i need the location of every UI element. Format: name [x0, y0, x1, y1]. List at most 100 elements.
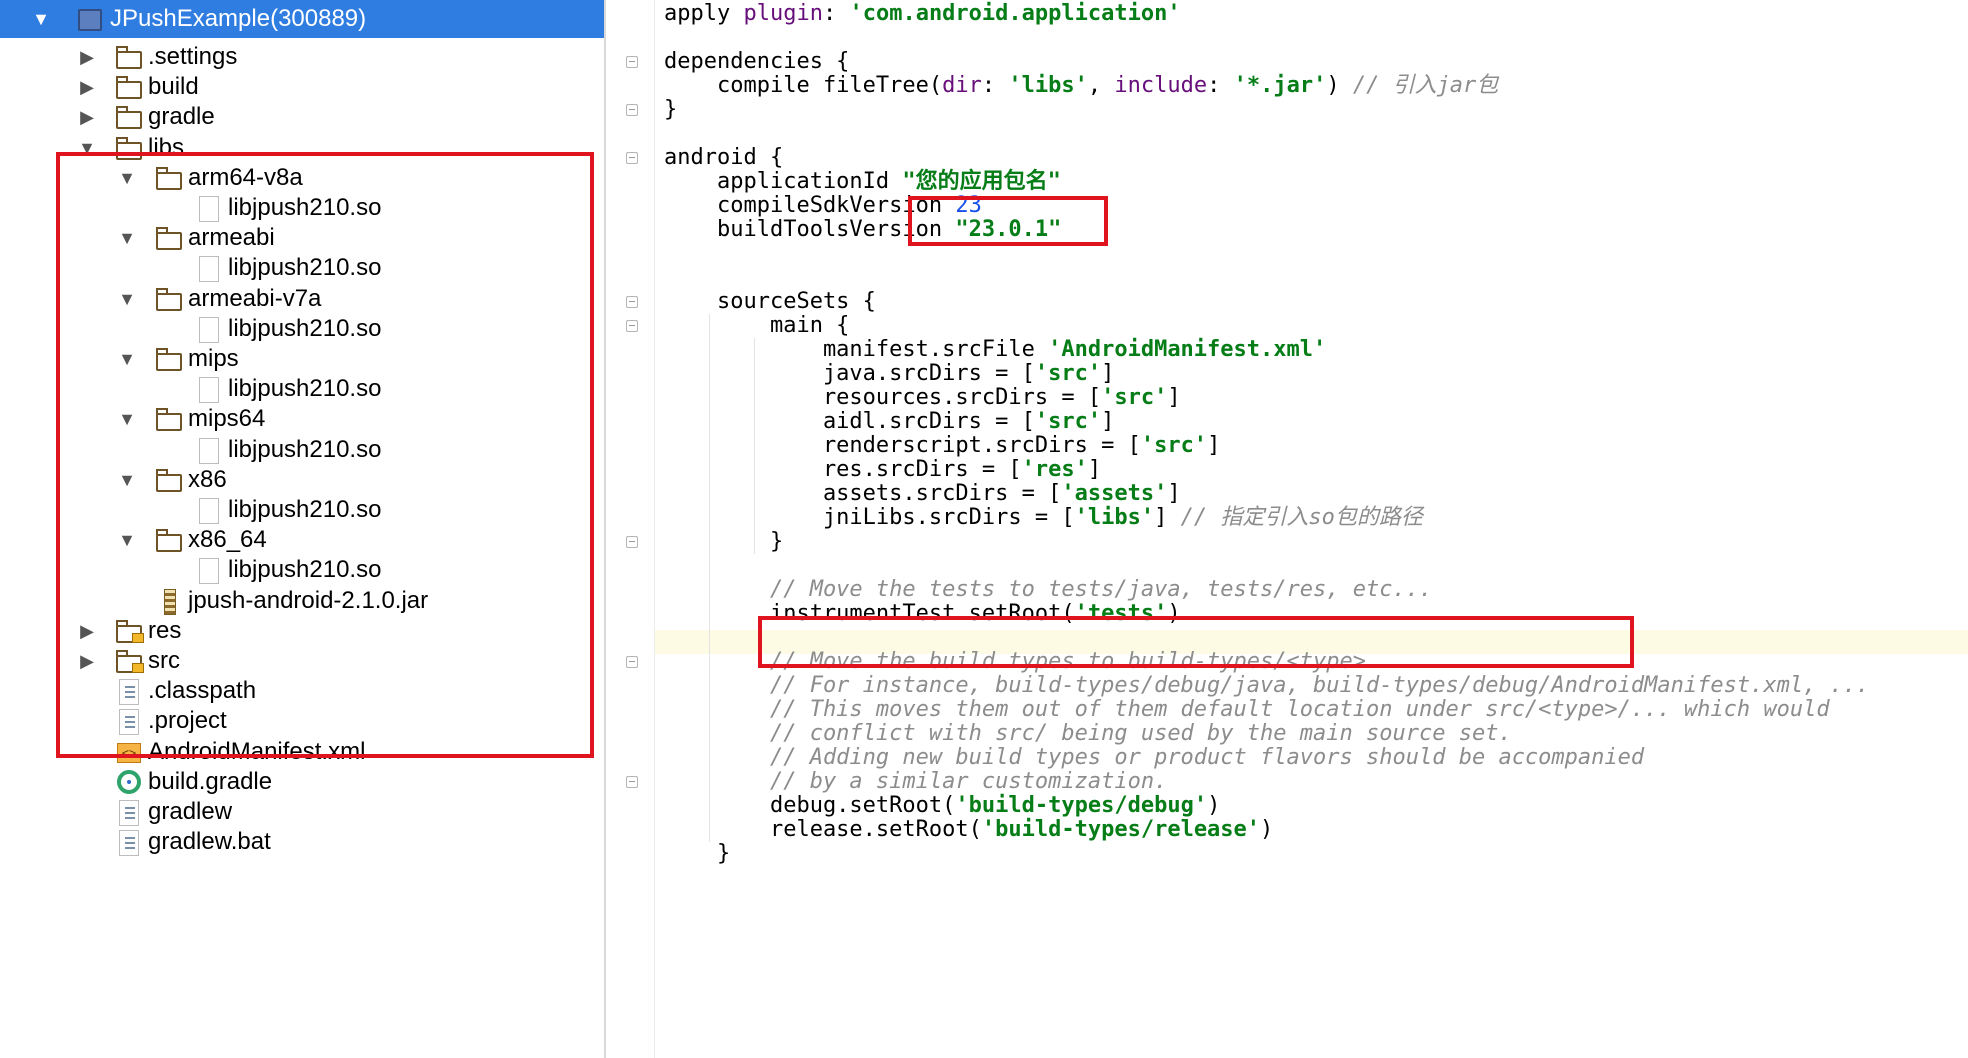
code-token: // This moves them out of them default l…	[664, 697, 1830, 722]
text-file-icon	[116, 679, 142, 706]
code-token: resources.srcDirs = [	[664, 385, 1102, 410]
code-token: :	[981, 73, 1009, 98]
folder-icon	[156, 468, 182, 492]
code-line: compileSdkVersion 23	[664, 194, 982, 218]
fold-marker-icon[interactable]	[626, 104, 638, 116]
code-line: // For instance, build-types/debug/java,…	[664, 674, 1869, 698]
source-folder-icon	[116, 619, 144, 643]
code-token: )	[1326, 73, 1353, 98]
code-line: debug.setRoot('build-types/debug')	[664, 794, 1220, 818]
code-token: 'tests'	[1074, 601, 1168, 626]
code-token: }	[664, 529, 784, 554]
code-token: 'build-types/debug'	[955, 793, 1208, 818]
code-line: // conflict with src/ being used by the …	[664, 722, 1512, 746]
code-token: // 引入jar包	[1352, 73, 1499, 98]
code-line: dependencies {	[664, 50, 849, 74]
code-line: instrumentTest.setRoot('tests')	[664, 602, 1181, 626]
code-token: main {	[664, 313, 850, 338]
code-token: 'res'	[1021, 457, 1088, 482]
code-token: java.srcDirs = [	[664, 361, 1035, 386]
code-token: }	[664, 97, 678, 122]
code-token: dependencies {	[664, 49, 850, 74]
gradle-icon	[116, 769, 142, 794]
code-token: dir	[942, 73, 982, 98]
code-token: release.setRoot(	[664, 817, 982, 842]
code-line: main {	[664, 314, 849, 338]
fold-marker-icon[interactable]	[626, 656, 638, 668]
code-line: // Move the tests to tests/java, tests/r…	[664, 578, 1432, 602]
fold-marker-icon[interactable]	[626, 320, 638, 332]
folder-icon	[156, 287, 182, 311]
code-line: // This moves them out of them default l…	[664, 698, 1830, 722]
editor-gutter	[606, 0, 655, 1058]
code-token: 'src'	[1101, 385, 1168, 410]
fold-marker-icon[interactable]	[626, 152, 638, 164]
code-token: ]	[1101, 361, 1115, 386]
tree-root-project[interactable]: ▼ JPushExample(300889)	[0, 0, 604, 38]
code-line: applicationId "您的应用包名"	[664, 170, 1061, 194]
tree-item[interactable]: gradlew.bat	[0, 823, 604, 861]
folder-icon	[116, 105, 142, 130]
code-token: :	[822, 1, 850, 26]
code-token: "23.0.1"	[955, 217, 1062, 242]
fold-marker-icon[interactable]	[626, 56, 638, 68]
code-token: )	[1167, 601, 1181, 626]
code-token: // 指定引入so包的路径	[1180, 505, 1423, 530]
text-file-icon	[116, 709, 142, 736]
code-token: 'AndroidManifest.xml'	[1048, 337, 1327, 362]
code-line: release.setRoot('build-types/release')	[664, 818, 1273, 842]
code-token: ,	[1087, 73, 1115, 98]
code-line: }	[664, 530, 783, 554]
code-line: jniLibs.srcDirs = ['libs'] // 指定引入so包的路径	[664, 506, 1423, 530]
file-icon	[196, 377, 222, 404]
code-line: buildToolsVersion "23.0.1"	[664, 218, 1061, 242]
code-line: renderscript.srcDirs = ['src']	[664, 434, 1220, 458]
folder-icon	[156, 347, 182, 371]
text-file-icon	[116, 830, 142, 857]
code-token: )	[1260, 817, 1274, 842]
code-token: 'assets'	[1061, 481, 1168, 506]
fold-marker-icon[interactable]	[626, 296, 638, 308]
code-token: :	[1207, 73, 1234, 98]
folder-icon	[116, 45, 142, 69]
folder-icon	[156, 528, 182, 553]
code-line: // by a similar customization.	[664, 770, 1167, 794]
code-token: include	[1114, 73, 1208, 98]
source-folder-icon	[116, 649, 144, 673]
file-icon	[196, 256, 222, 283]
code-token: ]	[1101, 409, 1115, 434]
fold-marker-icon[interactable]	[626, 776, 638, 788]
code-line: apply plugin: 'com.android.application'	[664, 2, 1181, 26]
code-token: res.srcDirs = [	[664, 457, 1022, 482]
code-token: 'src'	[1034, 409, 1102, 434]
code-token: jniLibs.srcDirs = [	[664, 505, 1075, 530]
code-token: // Adding new build types or product fla…	[664, 745, 1645, 770]
text-file-icon	[116, 800, 142, 826]
code-token: // Move the build types to build-types/<…	[664, 649, 1366, 674]
code-token: 'src'	[1140, 433, 1208, 458]
code-token: // For instance, build-types/debug/java,…	[664, 673, 1870, 698]
code-token: "您的应用包名"	[902, 169, 1061, 194]
file-icon	[196, 498, 222, 524]
tree-root-label: JPushExample(300889)	[110, 5, 367, 32]
code-token: compile fileTree(	[664, 73, 943, 98]
xml-file-icon: <>	[116, 740, 142, 764]
code-token: manifest.srcFile	[664, 337, 1049, 362]
code-editor[interactable]: apply plugin: 'com.android.application' d…	[606, 0, 1968, 1058]
code-token: 'src'	[1034, 361, 1102, 386]
code-token: aidl.srcDirs = [	[664, 409, 1035, 434]
expand-arrow-icon[interactable]: ▼	[30, 0, 52, 38]
fold-marker-icon[interactable]	[626, 536, 638, 548]
code-token: )	[1207, 793, 1221, 818]
file-icon	[196, 196, 222, 222]
code-token: android {	[664, 145, 784, 170]
code-token: apply	[664, 1, 744, 26]
file-icon	[196, 558, 222, 585]
file-icon	[196, 316, 222, 343]
code-token: // conflict with src/ being used by the …	[664, 721, 1512, 746]
code-token: sourceSets {	[664, 289, 876, 314]
project-tree-panel: ▼ JPushExample(300889) ▶ .settings ▶ build ▶…	[0, 0, 604, 1058]
code-line: res.srcDirs = ['res']	[664, 458, 1101, 482]
code-line: compile fileTree(dir: 'libs', include: '…	[664, 74, 1498, 98]
code-token: buildToolsVersion	[664, 217, 956, 242]
